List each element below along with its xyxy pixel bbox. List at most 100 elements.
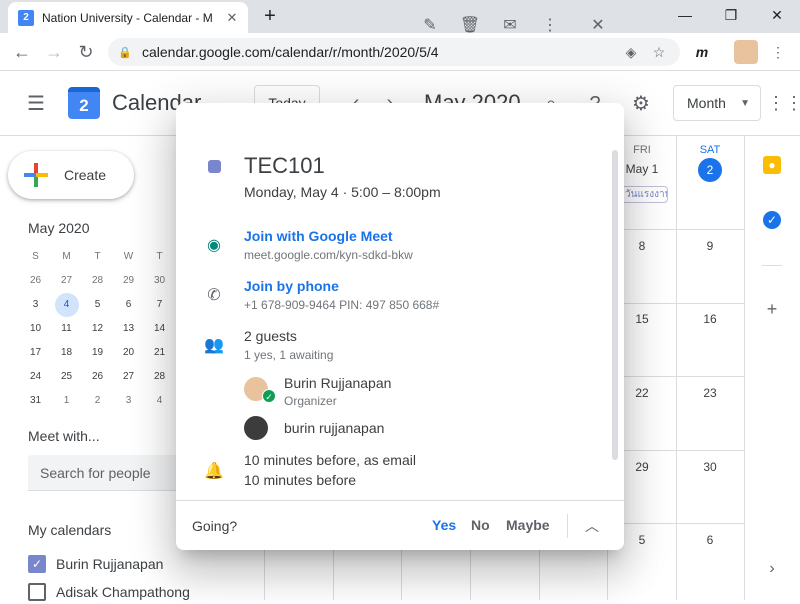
main-menu-icon[interactable]: ☰ [24, 92, 48, 116]
mini-day[interactable]: 27 [113, 365, 144, 389]
mini-week: 26 27 28 29 30 [20, 269, 176, 293]
mini-day[interactable]: 20 [113, 341, 144, 365]
view-select-label: Month [687, 95, 726, 111]
keep-icon[interactable]: ● [763, 156, 781, 174]
dropdown-arrow-icon: ▼ [740, 97, 750, 109]
address-bar[interactable]: 🔒 calendar.google.com/calendar/r/month/2… [108, 38, 680, 66]
mini-day[interactable]: 3 [20, 293, 51, 317]
mini-day[interactable]: 4 [144, 389, 175, 413]
calendar-item[interactable]: ✓ Burin Rujjanapan [28, 552, 163, 576]
mini-calendar-title: May 2020 [28, 220, 90, 236]
side-panel-rail [744, 136, 800, 600]
tab-close-icon[interactable]: ✕ [224, 10, 240, 26]
holiday-chip[interactable]: วันแรงงาน [620, 186, 668, 203]
day-number[interactable]: 30 [676, 460, 744, 474]
mini-day[interactable]: 26 [82, 365, 113, 389]
edit-pencil-icon[interactable]: ✎ [416, 14, 444, 38]
guest-name: Burin Rujjanapan [284, 375, 392, 391]
popup-scrollbar[interactable] [612, 150, 618, 460]
mini-weekday: T [94, 251, 101, 262]
tab-title: Nation University - Calendar - M [42, 10, 213, 25]
rsvp-no-button[interactable]: No [471, 517, 490, 533]
mini-day[interactable]: 14 [144, 317, 175, 341]
checkbox-unchecked-icon[interactable] [28, 583, 46, 601]
window-close-icon[interactable]: ✕ [754, 0, 800, 30]
close-popup-icon[interactable]: ✕ [584, 14, 612, 38]
create-button[interactable]: Create [8, 151, 134, 199]
forward-icon[interactable]: → [42, 38, 66, 66]
mini-calendar: S M T W T 26 27 28 29 30 3 4 5 6 7 10 11… [20, 245, 176, 413]
browser-menu-icon[interactable]: ⋮ [766, 40, 790, 64]
mini-day[interactable]: 3 [113, 389, 144, 413]
mini-day[interactable]: 11 [51, 317, 82, 341]
restore-icon[interactable]: ❐ [708, 0, 754, 30]
day-number[interactable]: 23 [676, 386, 744, 400]
mini-day[interactable]: 27 [51, 269, 82, 293]
day-number[interactable]: 9 [676, 239, 744, 253]
calendar-item[interactable]: Adisak Champathong [28, 580, 190, 604]
minimize-icon[interactable]: — [662, 0, 708, 30]
new-tab-icon[interactable]: + [258, 5, 282, 27]
mini-day[interactable]: 7 [144, 293, 175, 317]
mini-day[interactable]: 5 [82, 293, 113, 317]
join-phone-link[interactable]: Join by phone [244, 278, 339, 294]
mini-day[interactable]: 6 [113, 293, 144, 317]
mini-day[interactable]: 30 [144, 269, 175, 293]
back-icon[interactable]: ← [10, 38, 34, 66]
saturday-header: SAT [676, 144, 744, 156]
calendar-name: Burin Rujjanapan [56, 556, 164, 572]
mini-week: 24 25 26 27 28 [20, 365, 176, 389]
expand-panel-icon[interactable]: › [763, 560, 781, 578]
mini-day-selected[interactable]: 4 [54, 293, 79, 317]
mini-day[interactable]: 28 [82, 269, 113, 293]
event-title: TEC101 [244, 153, 325, 178]
meet-url: meet.google.com/kyn-sdkd-bkw [244, 248, 413, 262]
mini-day[interactable]: 29 [113, 269, 144, 293]
mini-day[interactable]: 19 [82, 341, 113, 365]
day-number[interactable]: 6 [676, 533, 744, 547]
mini-week: 17 18 19 20 21 [20, 341, 176, 365]
delete-trash-icon[interactable]: 🗑 [456, 14, 484, 38]
mini-weekday: M [62, 251, 71, 262]
checkbox-checked-icon[interactable]: ✓ [28, 555, 46, 573]
lock-icon: 🔒 [118, 46, 132, 59]
sat-date-today[interactable]: 2 [698, 158, 722, 182]
reload-icon[interactable]: ↻ [74, 38, 98, 66]
mini-week: 10 11 12 13 14 [20, 317, 176, 341]
mini-day[interactable]: 28 [144, 365, 175, 389]
mini-day[interactable]: 26 [20, 269, 51, 293]
mini-day[interactable]: 24 [20, 365, 51, 389]
bookmark-star-icon[interactable]: ☆ [648, 44, 670, 61]
mini-week: 3 4 5 6 7 [20, 293, 176, 317]
mini-day[interactable]: 1 [51, 389, 82, 413]
chevron-up-icon[interactable]: ︿ [582, 514, 602, 538]
day-number[interactable]: 16 [676, 312, 744, 326]
browser-tab[interactable]: 2 Nation University - Calendar - M ✕ [8, 2, 248, 33]
mini-day[interactable]: 2 [82, 389, 113, 413]
mini-day[interactable]: 21 [144, 341, 175, 365]
settings-gear-icon[interactable]: ⚙ [627, 90, 655, 118]
rsvp-maybe-button[interactable]: Maybe [506, 517, 550, 533]
reminder: 10 minutes before, as email [244, 452, 416, 468]
mini-day[interactable]: 17 [20, 341, 51, 365]
mini-day[interactable]: 13 [113, 317, 144, 341]
rsvp-yes-button[interactable]: Yes [432, 517, 456, 533]
mini-day[interactable]: 31 [20, 389, 51, 413]
view-select[interactable]: Month ▼ [673, 85, 761, 121]
add-addon-icon[interactable]: + [763, 300, 781, 318]
extension-m-icon[interactable]: m [690, 40, 714, 64]
join-meet-link[interactable]: Join with Google Meet [244, 228, 393, 244]
mini-day[interactable]: 25 [51, 365, 82, 389]
profile-avatar-icon[interactable] [734, 40, 758, 64]
mini-day[interactable]: 12 [82, 317, 113, 341]
mini-weekday-row: S M T W T [20, 245, 176, 269]
tasks-icon[interactable]: ✓ [763, 211, 781, 229]
going-label: Going? [192, 518, 238, 534]
mini-day[interactable]: 10 [20, 317, 51, 341]
google-apps-icon[interactable]: ⋮⋮⋮ [767, 91, 800, 115]
more-options-icon[interactable]: ⋮ [536, 14, 564, 38]
mini-day[interactable]: 18 [51, 341, 82, 365]
mini-weekday: W [123, 251, 134, 262]
install-icon[interactable]: ◈ [620, 44, 642, 61]
email-guests-icon[interactable]: ✉ [496, 14, 524, 38]
